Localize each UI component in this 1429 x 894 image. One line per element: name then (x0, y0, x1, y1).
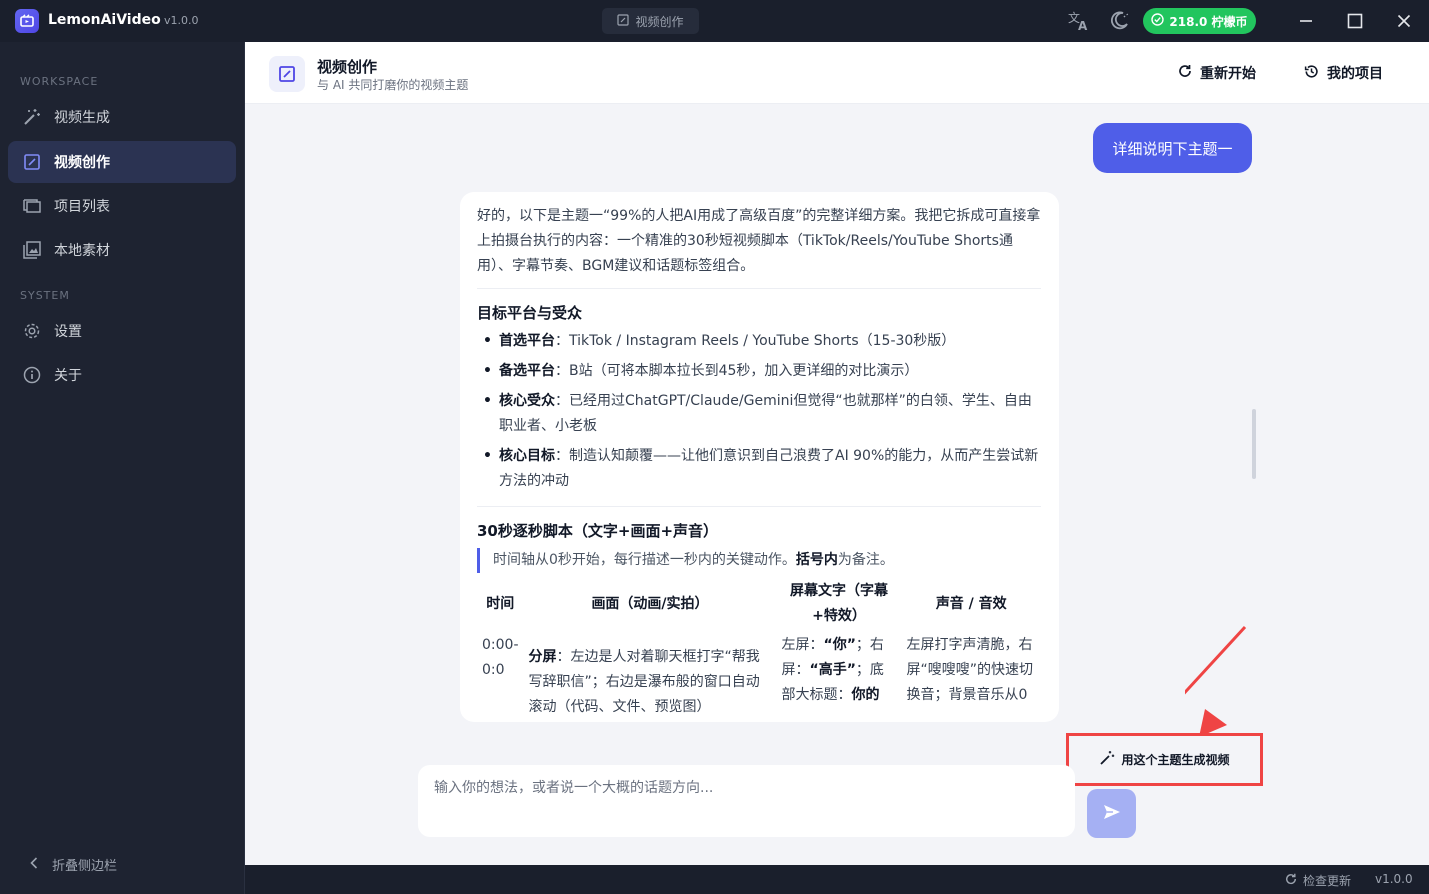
sidebar-item-label: 本地素材 (54, 243, 110, 259)
sidebar-item-label: 视频生成 (54, 110, 110, 126)
refresh-icon (1178, 64, 1192, 82)
page-title: 视频创作 (317, 58, 378, 76)
list-item: 备选平台：B站（可将本脚本拉长到45秒，加入更详细的对比演示） (477, 359, 1041, 384)
gear-icon (22, 321, 42, 341)
collapse-label: 折叠侧边栏 (52, 859, 118, 874)
divider (477, 288, 1041, 289)
col-sound: 声音 / 音效 (935, 595, 1007, 612)
list-item: 核心目标：制造认知颠覆——让他们意识到自己浪费了AI 90%的能力，从而产生尝试… (477, 444, 1041, 494)
maximize-button[interactable] (1343, 9, 1367, 33)
ai-message: 好的，以下是主题一“99%的人把AI用成了高级百度”的完整详细方案。我把它拆成可… (460, 192, 1059, 722)
folder-icon (22, 196, 42, 216)
status-version: v1.0.0 (1375, 872, 1413, 886)
window-tab-label: 视频创作 (635, 14, 684, 29)
script-table: 时间 画面（动画/实拍） 屏幕文字（字幕+特效） 声音 / 音效 0:00-0:… (477, 579, 1041, 720)
table-header-row: 时间 画面（动画/实拍） 屏幕文字（字幕+特效） 声音 / 音效 (477, 579, 1041, 629)
app-logo-icon (15, 9, 39, 33)
edit-icon (617, 13, 630, 29)
close-button[interactable] (1392, 9, 1416, 33)
window-tab[interactable]: 视频创作 (602, 8, 699, 34)
wand-icon (22, 107, 42, 127)
restart-button[interactable]: 重新开始 (1178, 63, 1256, 83)
user-message: 详细说明下主题一 (1093, 123, 1252, 173)
page-subtitle: 与 AI 共同打磨你的视频主题 (317, 78, 469, 92)
script-note-quote: 时间轴从0秒开始，每行描述一秒内的关键动作。括号内为备注。 (477, 548, 1041, 573)
check-update-label: 检查更新 (1303, 874, 1352, 888)
cell-sound: 左屏打字声清脆，右屏“嗖嗖嗖”的快速切换音；背景音乐从0 (906, 637, 1034, 703)
edit-icon (269, 56, 305, 92)
topic-input[interactable] (418, 765, 1075, 837)
cell-time: 0:00-0:0 (482, 637, 519, 678)
system-section-label: SYSTEM (20, 289, 70, 302)
list-item: 首选平台：TikTok / Instagram Reels / YouTube … (477, 329, 1041, 354)
app-version: v1.0.0 (164, 14, 199, 27)
ai-intro-text: 好的，以下是主题一“99%的人把AI用成了高级百度”的完整详细方案。我把它拆成可… (477, 208, 1041, 274)
cell-screen-text: 左屏：“你”；右屏：“高手”；底部大标题：你的 (781, 637, 884, 703)
sidebar-item-projects[interactable]: 项目列表 (8, 185, 236, 227)
table-row: 0:00-0:0 分屏：左边是人对着聊天框打字“帮我写辞职信”；右边是瀑布般的窗… (477, 629, 1041, 720)
status-bar: 检查更新 v1.0.0 (245, 865, 1429, 894)
list-item: 核心受众：已经用过ChatGPT/Claude/Gemini但觉得“也就那样”的… (477, 389, 1041, 439)
minimize-button[interactable] (1294, 9, 1318, 33)
generate-video-label: 用这个主题生成视频 (1121, 753, 1230, 767)
chat-scrollbar[interactable] (1252, 409, 1256, 479)
history-icon (1304, 64, 1319, 83)
chevron-left-icon (30, 856, 38, 873)
check-circle-icon (1151, 13, 1165, 29)
send-icon (1103, 804, 1121, 824)
col-screen-text: 屏幕文字（字幕+特效） (790, 583, 888, 624)
section-title-audience: 目标平台与受众 (477, 304, 583, 322)
image-icon (22, 240, 42, 260)
wand-icon (1099, 750, 1115, 769)
my-projects-button[interactable]: 我的项目 (1304, 63, 1383, 83)
svg-text:A: A (1078, 19, 1088, 32)
translate-icon[interactable]: 文A (1067, 9, 1091, 33)
col-time: 时间 (486, 595, 515, 612)
workspace-section-label: WORKSPACE (20, 75, 99, 88)
check-update-button[interactable]: 检查更新 (1285, 872, 1351, 889)
coin-balance-badge[interactable]: 218.0 柠檬币 (1143, 8, 1256, 34)
cell-visual: 分屏：左边是人对着聊天框打字“帮我写辞职信”；右边是瀑布般的窗口自动滚动（代码、… (528, 649, 760, 715)
restart-label: 重新开始 (1200, 66, 1256, 82)
divider (477, 506, 1041, 507)
audience-list: 首选平台：TikTok / Instagram Reels / YouTube … (477, 329, 1041, 494)
refresh-icon (1285, 873, 1297, 888)
annotation-arrow (1185, 625, 1247, 737)
sidebar-item-video-generate[interactable]: 视频生成 (8, 96, 236, 138)
coin-balance: 218.0 柠檬币 (1169, 14, 1248, 29)
sidebar-item-local-assets[interactable]: 本地素材 (8, 229, 236, 271)
info-icon (22, 365, 42, 385)
main-panel: 视频创作 与 AI 共同打磨你的视频主题 重新开始 我的项目 详细说明下主题一 … (245, 42, 1429, 865)
sidebar-item-label: 视频创作 (54, 155, 110, 171)
sidebar-item-settings[interactable]: 设置 (8, 310, 236, 352)
sidebar: WORKSPACE 视频生成 视频创作 项目列表 本地素材 SYSTEM 设置 (0, 42, 245, 894)
generate-video-button[interactable]: 用这个主题生成视频 (1066, 733, 1263, 786)
collapse-sidebar-button[interactable]: 折叠侧边栏 (30, 855, 117, 874)
send-button[interactable] (1087, 789, 1136, 838)
col-visual: 画面（动画/实拍） (591, 595, 709, 612)
app-name: LemonAiVideo (48, 12, 161, 28)
sidebar-item-label: 设置 (54, 324, 82, 340)
edit-icon (22, 152, 42, 172)
sidebar-item-about[interactable]: 关于 (8, 354, 236, 396)
my-projects-label: 我的项目 (1327, 66, 1383, 82)
sidebar-item-video-create[interactable]: 视频创作 (8, 141, 236, 183)
dark-mode-icon[interactable] (1107, 9, 1131, 33)
page-header: 视频创作 与 AI 共同打磨你的视频主题 重新开始 我的项目 (245, 42, 1429, 104)
sidebar-item-label: 关于 (54, 368, 82, 384)
sidebar-item-label: 项目列表 (54, 199, 110, 215)
title-bar: LemonAiVideo v1.0.0 视频创作 文A 218.0 柠檬币 (0, 0, 1429, 42)
section-title-script: 30秒逐秒脚本（文字+画面+声音） (477, 522, 719, 540)
